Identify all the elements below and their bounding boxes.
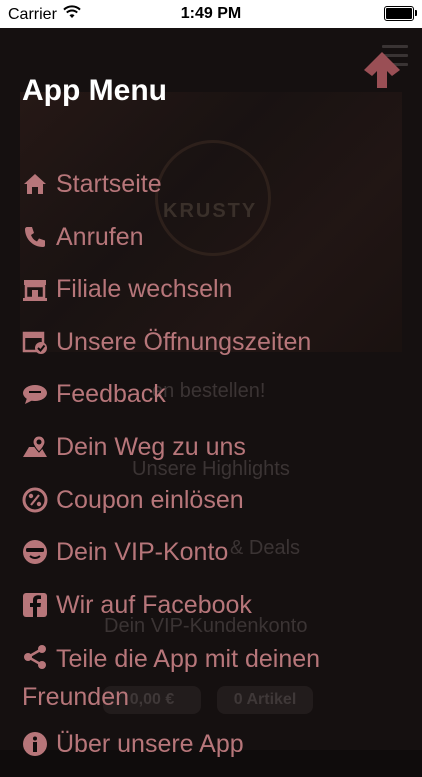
menu-item-label: Startseite <box>56 170 162 198</box>
calendar-check-icon <box>22 329 48 355</box>
menu-item-label: Wir auf Facebook <box>56 590 252 619</box>
chat-icon <box>22 381 48 407</box>
phone-icon <box>22 224 48 250</box>
store-icon <box>22 276 48 302</box>
menu-item-feedback[interactable]: Feedback <box>22 374 382 427</box>
menu-item-label: Dein Weg zu uns <box>56 432 246 461</box>
menu-item-coupon[interactable]: Coupon einlösen <box>22 480 382 533</box>
battery-icon <box>384 6 417 21</box>
map-pin-icon <box>22 434 48 460</box>
menu-item-vip-konto[interactable]: Dein VIP-Konto <box>22 532 382 585</box>
menu-item-label: Teile die App mit deinen Freunden <box>22 645 321 712</box>
status-bar: Carrier 1:49 PM <box>0 0 422 28</box>
coupon-percent-icon <box>22 487 48 513</box>
menu-item-startseite[interactable]: Startseite <box>22 164 382 217</box>
menu-item-oeffnungszeiten[interactable]: Unsere Öffnungszeiten <box>22 322 382 375</box>
home-icon <box>22 171 48 197</box>
menu-item-label: Dein VIP-Konto <box>56 538 229 567</box>
menu-item-label: Über unsere App <box>56 730 244 759</box>
menu-item-label: Filiale wechseln <box>56 275 233 304</box>
menu-item-filiale-wechseln[interactable]: Filiale wechseln <box>22 269 382 322</box>
app-menu-list: Startseite Anrufen Filiale wechseln Unse… <box>22 164 382 777</box>
menu-item-facebook[interactable]: Wir auf Facebook <box>22 585 382 638</box>
menu-item-label: Unsere Öffnungszeiten <box>56 327 312 356</box>
share-icon <box>22 644 48 670</box>
facebook-icon <box>22 592 48 618</box>
status-time: 1:49 PM <box>180 5 242 22</box>
menu-title: App Menu <box>22 74 167 107</box>
menu-item-teilen[interactable]: Teile die App mit deinen Freunden <box>22 637 382 716</box>
menu-item-label: Coupon einlösen <box>56 485 244 514</box>
menu-item-dein-weg[interactable]: Dein Weg zu uns <box>22 427 382 480</box>
menu-item-ueber-app[interactable]: Über unsere App <box>22 724 382 777</box>
menu-item-anrufen[interactable]: Anrufen <box>22 217 382 270</box>
menu-item-label: Feedback <box>56 380 166 409</box>
info-icon <box>22 731 48 757</box>
vip-face-icon <box>22 539 48 565</box>
menu-item-label: Anrufen <box>56 222 144 251</box>
scroll-up-arrow-icon[interactable] <box>362 50 402 90</box>
